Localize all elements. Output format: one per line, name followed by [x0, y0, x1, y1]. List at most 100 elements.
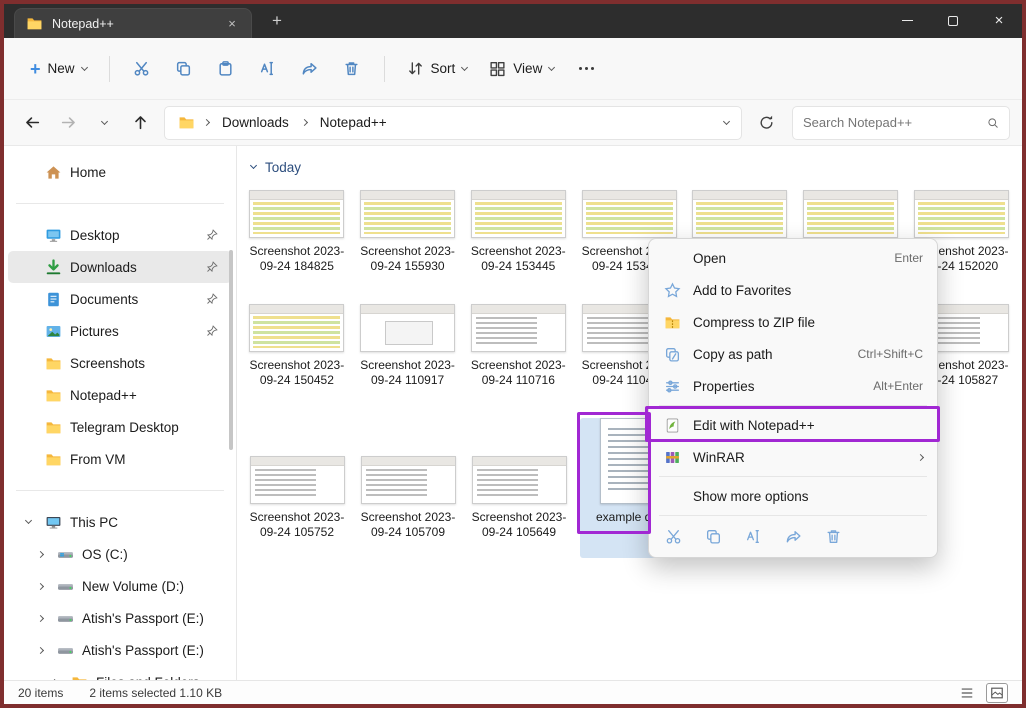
file-thumbnail: [471, 190, 566, 238]
menu-item-winrar[interactable]: WinRAR: [649, 441, 937, 473]
file-item[interactable]: Screenshot 2023-09-24 105752: [247, 456, 347, 558]
chevron-right-icon[interactable]: [36, 582, 43, 589]
new-button[interactable]: New: [20, 54, 97, 83]
chevron-down-icon[interactable]: [24, 517, 31, 524]
menu-item-show-more-options[interactable]: Show more options: [649, 480, 937, 512]
sidebar-item-pictures[interactable]: Pictures: [8, 315, 232, 347]
sidebar-item-documents[interactable]: Documents: [8, 283, 232, 315]
documents-icon: [44, 290, 62, 308]
file-item[interactable]: Screenshot 2023-09-24 105649: [469, 456, 569, 558]
menu-item-open[interactable]: Open Enter: [649, 242, 937, 274]
file-thumbnail: [250, 456, 345, 504]
back-button[interactable]: [16, 107, 48, 139]
chevron-right-icon[interactable]: [36, 614, 43, 621]
file-item[interactable]: Screenshot 2023-09-24 110917: [358, 304, 458, 406]
share-button[interactable]: [290, 51, 330, 87]
drive-icon: [56, 577, 74, 595]
file-name: Screenshot 2023-09-24 110917: [360, 358, 456, 406]
up-arrow-icon: [132, 114, 149, 131]
breadcrumb-downloads[interactable]: Downloads: [218, 112, 293, 133]
recent-locations-button[interactable]: [88, 107, 120, 139]
file-item[interactable]: Screenshot 2023-09-24 155930: [358, 190, 458, 292]
file-item[interactable]: Screenshot 2023-09-24 153445: [468, 190, 568, 292]
view-button[interactable]: View: [479, 53, 564, 84]
menu-item-compress-to-zip[interactable]: Compress to ZIP file: [649, 306, 937, 338]
shortcut-text: Enter: [894, 251, 923, 265]
os-drive-icon: [56, 545, 74, 563]
menu-item-add-to-favorites[interactable]: Add to Favorites: [649, 274, 937, 306]
close-tab-icon[interactable]: [223, 15, 241, 33]
sidebar-divider: [16, 490, 224, 491]
search-input[interactable]: [803, 115, 979, 130]
thumbnail-view-button[interactable]: [986, 683, 1008, 703]
menu-item-properties[interactable]: Properties Alt+Enter: [649, 370, 937, 402]
chevron-down-icon: [461, 63, 468, 70]
sidebar-item-telegram-desktop[interactable]: Telegram Desktop: [8, 411, 232, 443]
sidebar-item-desktop[interactable]: Desktop: [8, 219, 232, 251]
annotation-box-selected-file: [577, 412, 651, 534]
sidebar-item-notepadpp[interactable]: Notepad++: [8, 379, 232, 411]
group-header-today[interactable]: Today: [251, 158, 1022, 176]
explorer-tab[interactable]: Notepad++: [14, 8, 252, 38]
submenu-chevron-icon: [917, 453, 924, 460]
share-button[interactable]: [785, 528, 802, 545]
refresh-button[interactable]: [750, 107, 782, 139]
up-button[interactable]: [124, 107, 156, 139]
copy-button[interactable]: [705, 528, 722, 545]
file-name: Screenshot 2023-09-24 105709: [360, 510, 456, 558]
toolbar-divider: [384, 56, 385, 82]
file-item[interactable]: Screenshot 2023-09-24 105709: [358, 456, 458, 558]
address-box[interactable]: Downloads Notepad++: [164, 106, 742, 140]
cut-icon: [133, 60, 150, 77]
sidebar-item-home[interactable]: Home: [8, 156, 232, 188]
paste-button[interactable]: [206, 51, 246, 87]
chevron-right-icon[interactable]: [36, 646, 43, 653]
shortcut-text: Ctrl+Shift+C: [858, 347, 923, 361]
cut-button[interactable]: [122, 51, 162, 87]
sidebar-item-this-pc[interactable]: This PC: [8, 506, 232, 538]
rename-button[interactable]: [248, 51, 288, 87]
search-box[interactable]: [792, 106, 1010, 140]
sidebar-item-passport-e-1[interactable]: Atish's Passport (E:): [20, 602, 232, 634]
delete-button[interactable]: [825, 528, 842, 545]
file-name: Screenshot 2023-09-24 155930: [360, 244, 456, 292]
folder-icon: [44, 450, 62, 468]
menu-item-copy-as-path[interactable]: Copy as path Ctrl+Shift+C: [649, 338, 937, 370]
delete-button[interactable]: [332, 51, 372, 87]
sidebar-item-from-vm[interactable]: From VM: [8, 443, 232, 475]
sidebar-scrollbar[interactable]: [229, 250, 233, 450]
cut-button[interactable]: [665, 528, 682, 545]
minimize-button[interactable]: [884, 4, 930, 37]
file-name: Screenshot 2023-09-24 153445: [470, 244, 566, 292]
close-button[interactable]: [976, 4, 1022, 37]
folder-icon: [70, 673, 88, 680]
drive-icon: [56, 609, 74, 627]
folder-icon: [44, 418, 62, 436]
new-tab-button[interactable]: [266, 10, 288, 32]
breadcrumb-notepadpp[interactable]: Notepad++: [316, 112, 391, 133]
chevron-right-icon[interactable]: [36, 550, 43, 557]
view-icon: [489, 60, 506, 77]
sidebar-item-files-and-folders[interactable]: Files and Folders: [34, 666, 232, 680]
context-menu: Open Enter Add to Favorites Compress to …: [648, 238, 938, 558]
command-bar: New Sort View: [4, 38, 1022, 100]
sidebar-item-downloads[interactable]: Downloads: [8, 251, 232, 283]
sidebar-item-passport-e-2[interactable]: Atish's Passport (E:): [20, 634, 232, 666]
sidebar-item-screenshots[interactable]: Screenshots: [8, 347, 232, 379]
sidebar-item-new-volume-d[interactable]: New Volume (D:): [20, 570, 232, 602]
file-item[interactable]: Screenshot 2023-09-24 110716: [468, 304, 568, 406]
forward-button[interactable]: [52, 107, 84, 139]
details-view-button[interactable]: [956, 683, 978, 703]
maximize-button[interactable]: [930, 4, 976, 37]
view-toggles: [956, 683, 1008, 703]
sidebar-item-os-c[interactable]: OS (C:): [20, 538, 232, 570]
address-dropdown-chevron-icon[interactable]: [723, 117, 730, 124]
file-item[interactable]: Screenshot 2023-09-24 150452: [247, 304, 347, 406]
more-options-button[interactable]: [566, 51, 606, 87]
chevron-right-icon[interactable]: [50, 678, 57, 680]
rename-button[interactable]: [745, 528, 762, 545]
sort-button[interactable]: Sort: [397, 53, 478, 84]
copy-button[interactable]: [164, 51, 204, 87]
file-item[interactable]: Screenshot 2023-09-24 184825: [247, 190, 347, 292]
desktop-icon: [44, 226, 62, 244]
